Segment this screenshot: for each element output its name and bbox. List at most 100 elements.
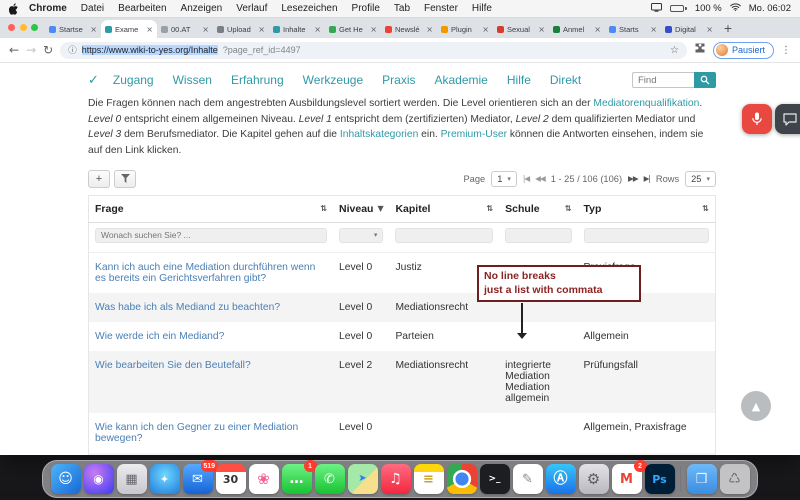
minimize-window-button[interactable] bbox=[20, 24, 27, 31]
browser-tab[interactable]: Upload × bbox=[213, 20, 269, 38]
add-button[interactable]: + bbox=[88, 170, 110, 188]
intro-link-inhaltskategorien[interactable]: Inhaltskategorien bbox=[340, 129, 418, 140]
nav-item[interactable]: Erfahrung bbox=[231, 73, 284, 87]
rows-select[interactable]: 25 ▾ bbox=[685, 171, 716, 187]
dock-extra-icon[interactable]: ❒ bbox=[687, 464, 717, 494]
question-link[interactable]: Wie bearbeiten Sie den Beutefall? bbox=[95, 360, 251, 371]
bookmark-star-icon[interactable]: ☆ bbox=[670, 45, 679, 56]
tab-close-icon[interactable]: × bbox=[202, 25, 209, 34]
nav-item[interactable]: Direkt bbox=[550, 73, 581, 87]
tab-close-icon[interactable]: × bbox=[426, 25, 433, 34]
find-button[interactable] bbox=[694, 72, 716, 88]
dock-app-icon[interactable]: ⚙ bbox=[579, 464, 609, 494]
niveau-filter-select[interactable]: ▾ bbox=[339, 228, 383, 243]
tab-close-icon[interactable]: × bbox=[650, 25, 657, 34]
dock-app-icon[interactable]: ✉ 519 bbox=[183, 464, 213, 494]
column-header[interactable]: Frage ⇅ bbox=[89, 195, 334, 222]
tab-close-icon[interactable]: × bbox=[706, 25, 713, 34]
dock-app-icon[interactable]: ➤ bbox=[348, 464, 378, 494]
browser-tab[interactable]: Inhalte × bbox=[269, 20, 325, 38]
question-link[interactable]: Was habe ich als Mediand zu beachten? bbox=[95, 302, 280, 313]
menubar-item[interactable]: Profile bbox=[345, 3, 387, 14]
dock-app-icon[interactable]: 30 bbox=[216, 464, 246, 494]
dock-app-icon[interactable]: ❀ bbox=[249, 464, 279, 494]
dock-app-icon[interactable]: Ps bbox=[645, 464, 675, 494]
chat-bubble-icon[interactable] bbox=[783, 113, 797, 126]
nav-item[interactable]: Hilfe bbox=[507, 73, 531, 87]
browser-tab[interactable]: Exame × bbox=[101, 20, 157, 38]
dock-app-icon[interactable] bbox=[447, 464, 477, 494]
browser-tab[interactable]: Startse × bbox=[45, 20, 101, 38]
battery-icon[interactable] bbox=[670, 5, 687, 12]
prev-page-button[interactable]: ◀◀ bbox=[535, 174, 545, 183]
browser-tab[interactable]: 00.AT × bbox=[157, 20, 213, 38]
menubar-item[interactable]: Bearbeiten bbox=[111, 3, 173, 14]
intro-link-premium-user[interactable]: Premium-User bbox=[441, 129, 507, 140]
menubar-item[interactable]: Datei bbox=[74, 3, 111, 14]
close-window-button[interactable] bbox=[8, 24, 15, 31]
kapitel-filter-input[interactable] bbox=[395, 228, 493, 243]
forward-button[interactable]: → bbox=[26, 44, 36, 56]
chrome-menu-icon[interactable]: ⋮ bbox=[781, 45, 791, 56]
tab-close-icon[interactable]: × bbox=[538, 25, 545, 34]
tab-close-icon[interactable]: × bbox=[146, 25, 153, 34]
reload-button[interactable]: ↻ bbox=[43, 44, 53, 56]
address-bar[interactable]: ⓘ https://www.wiki-to-yes.org/Inhalte ?p… bbox=[60, 42, 687, 59]
tab-close-icon[interactable]: × bbox=[370, 25, 377, 34]
menubar-item[interactable]: Fenster bbox=[417, 3, 465, 14]
column-header[interactable]: Typ ⇅ bbox=[578, 195, 716, 222]
schule-filter-input[interactable] bbox=[505, 228, 571, 243]
browser-tab[interactable]: Starts × bbox=[605, 20, 661, 38]
dock-app-icon[interactable]: M 2 bbox=[612, 464, 642, 494]
dock-app-icon[interactable]: Ⓐ bbox=[546, 464, 576, 494]
browser-tab[interactable]: Get He × bbox=[325, 20, 381, 38]
intro-link-mediatorenqualifikation[interactable]: Mediatorenqualifikation bbox=[593, 98, 699, 109]
dock-app-icon[interactable]: >_ bbox=[480, 464, 510, 494]
question-link[interactable]: Wie kann ich den Gegner zu einer Mediati… bbox=[95, 422, 298, 444]
dock-app-icon[interactable]: ☺ bbox=[51, 464, 81, 494]
dock-app-icon[interactable]: ≡ bbox=[414, 464, 444, 494]
column-header[interactable]: Kapitel ⇅ bbox=[389, 195, 499, 222]
nav-item[interactable]: Praxis bbox=[382, 73, 415, 87]
apple-menu-icon[interactable] bbox=[9, 3, 19, 15]
dock-app-icon[interactable]: ✎ bbox=[513, 464, 543, 494]
profile-chip[interactable]: Pausiert bbox=[713, 42, 774, 59]
menubar-item[interactable]: Tab bbox=[387, 3, 417, 14]
zoom-window-button[interactable] bbox=[31, 24, 38, 31]
nav-item[interactable]: Wissen bbox=[173, 73, 212, 87]
browser-tab[interactable]: Newslé × bbox=[381, 20, 437, 38]
search-filter-input[interactable] bbox=[95, 228, 327, 243]
typ-filter-input[interactable] bbox=[584, 228, 709, 243]
dock-app-icon[interactable]: ♫ bbox=[381, 464, 411, 494]
dock-app-icon[interactable]: ✆ bbox=[315, 464, 345, 494]
dock-extra-icon[interactable]: ♺ bbox=[720, 464, 750, 494]
question-link[interactable]: Kann ich auch eine Mediation durchführen… bbox=[95, 262, 315, 284]
dock-app-icon[interactable]: ◉ bbox=[84, 464, 114, 494]
browser-tab[interactable]: Anmel × bbox=[549, 20, 605, 38]
tab-close-icon[interactable]: × bbox=[314, 25, 321, 34]
last-page-button[interactable]: ▶| bbox=[644, 174, 650, 183]
question-link[interactable]: Wie werde ich ein Mediand? bbox=[95, 331, 224, 342]
tab-close-icon[interactable]: × bbox=[258, 25, 265, 34]
new-tab-button[interactable]: + bbox=[720, 20, 736, 36]
dock-app-icon[interactable]: ▦ bbox=[117, 464, 147, 494]
find-input[interactable] bbox=[632, 72, 694, 88]
tab-close-icon[interactable]: × bbox=[90, 25, 97, 34]
dock-app-icon[interactable]: ✦ bbox=[150, 464, 180, 494]
browser-tab[interactable]: Sexual × bbox=[493, 20, 549, 38]
nav-item[interactable]: Akademie bbox=[434, 73, 487, 87]
next-page-button[interactable]: ▶▶ bbox=[628, 174, 638, 183]
back-button[interactable]: ← bbox=[9, 44, 19, 56]
browser-tab[interactable]: Plugin × bbox=[437, 20, 493, 38]
screen-mirroring-icon[interactable] bbox=[651, 3, 662, 15]
menubar-item[interactable]: Lesezeichen bbox=[274, 3, 344, 14]
site-info-icon[interactable]: ⓘ bbox=[68, 44, 77, 56]
tab-close-icon[interactable]: × bbox=[482, 25, 489, 34]
page-select[interactable]: 1 ▾ bbox=[491, 171, 517, 187]
menubar-item[interactable]: Anzeigen bbox=[174, 3, 230, 14]
dock-app-icon[interactable]: … 1 bbox=[282, 464, 312, 494]
menubar-item[interactable]: Hilfe bbox=[465, 3, 499, 14]
tab-close-icon[interactable]: × bbox=[594, 25, 601, 34]
first-page-button[interactable]: |◀ bbox=[523, 174, 529, 183]
wifi-icon[interactable] bbox=[730, 3, 741, 14]
